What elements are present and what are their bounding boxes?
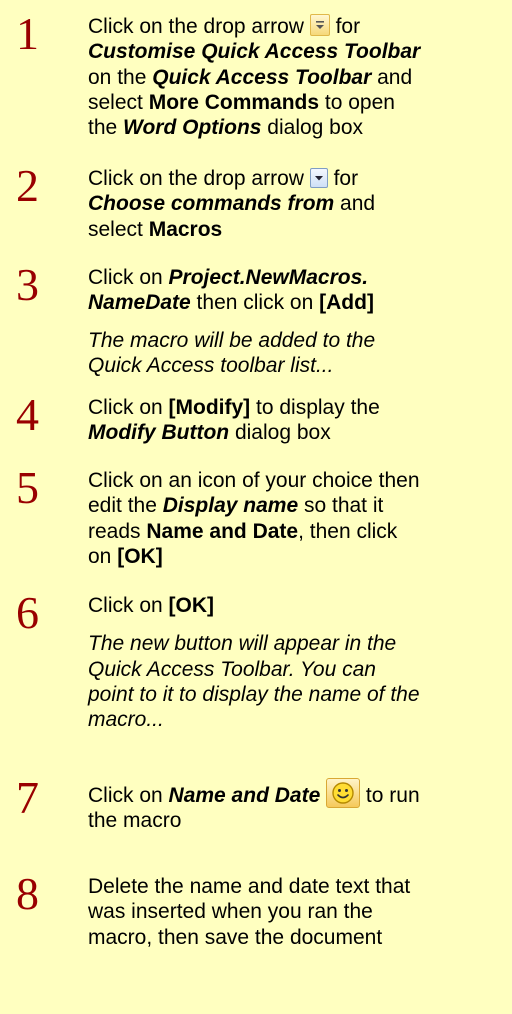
step-text: Delete the name and date text that was i… — [88, 875, 411, 949]
step-text: Click on an icon of your choice then edi… — [88, 469, 420, 568]
step-number: 5 — [16, 462, 39, 513]
step-note: point to it to display the name of the — [88, 682, 420, 706]
step-number: 4 — [16, 389, 39, 440]
step-text: Click on [OK] The new button will appear… — [88, 593, 508, 732]
step-number: 8 — [16, 868, 39, 919]
step-number: 3 — [16, 259, 39, 310]
step-text: Click on the drop arrow for Choose comma… — [88, 167, 376, 241]
step-text: Click on Name and Date to run the macro — [88, 778, 508, 834]
step-note: Quick Access toolbar list... — [88, 353, 334, 377]
step-text: Click on the drop arrow for Customise Qu… — [88, 14, 421, 140]
step-number: 7 — [16, 772, 39, 823]
step-note: macro... — [88, 708, 164, 732]
step-note: The macro will be added to the — [88, 328, 376, 352]
step-text: Click on [Modify] to display the Modify … — [88, 396, 380, 445]
step-text: Click on Project.NewMacros. NameDate the… — [88, 265, 508, 378]
dropdown-arrow-icon — [309, 168, 328, 188]
qat-dropdown-arrow-icon — [309, 14, 330, 36]
step-note: The new button will appear in the — [88, 632, 397, 656]
step-number: 2 — [16, 160, 39, 211]
smiley-face-icon — [326, 778, 361, 808]
step-number: 1 — [16, 8, 39, 59]
step-number: 6 — [16, 587, 39, 638]
instruction-page: 1 Click on the drop arrow for Customise … — [0, 0, 512, 1014]
step-note: Quick Access Toolbar. You can — [88, 657, 376, 681]
